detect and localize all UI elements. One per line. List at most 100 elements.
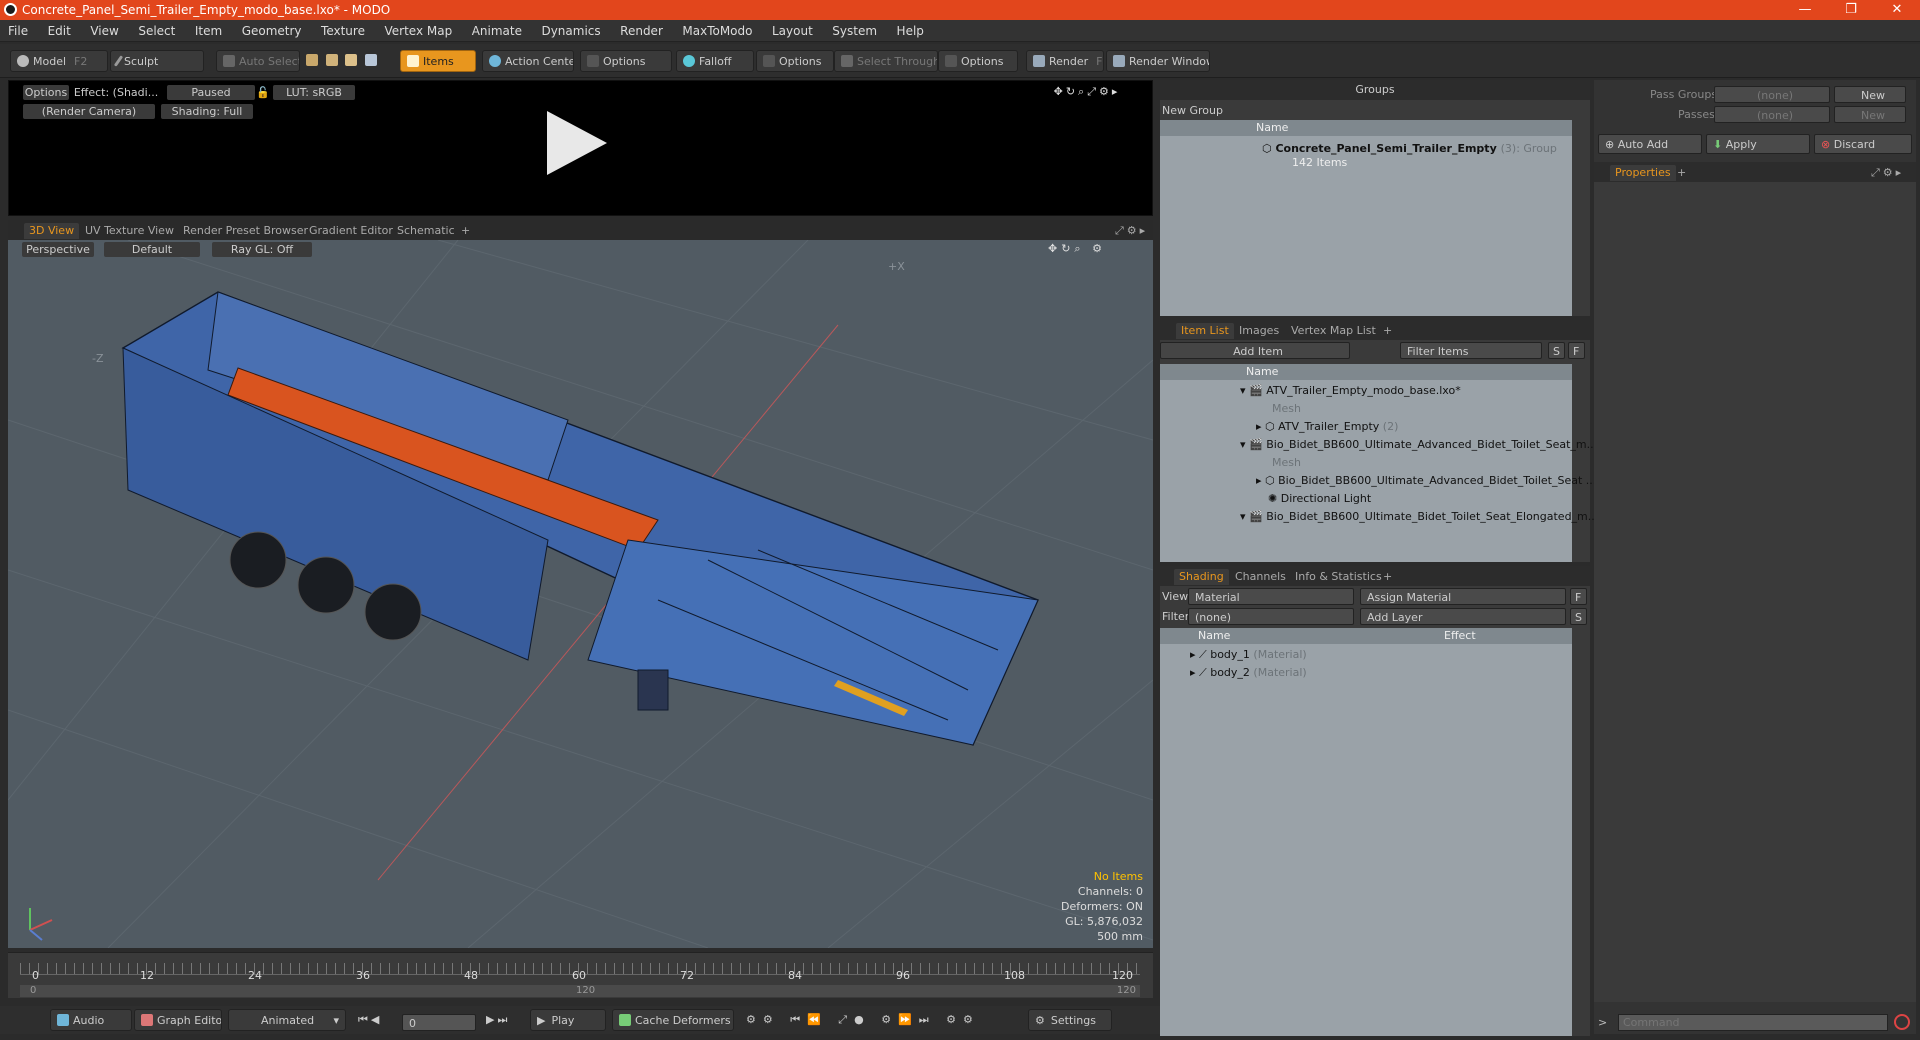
close-button[interactable]: ✕ [1874, 1, 1920, 19]
menu-geometry[interactable]: Geometry [234, 20, 310, 42]
add-tab-button[interactable]: + [456, 223, 475, 239]
current-frame-field[interactable]: 0 [402, 1014, 476, 1031]
add-layer-dropdown[interactable]: Add Layer [1360, 608, 1566, 625]
menu-layout[interactable]: Layout [764, 20, 821, 42]
falloff-button[interactable]: Falloff [676, 50, 754, 72]
menu-edit[interactable]: Edit [40, 20, 79, 42]
add-tab-button[interactable]: + [1378, 323, 1397, 339]
tab-vertex-map-list[interactable]: Vertex Map List [1286, 323, 1381, 339]
menu-select[interactable]: Select [130, 20, 183, 42]
maximize-button[interactable]: ❐ [1828, 1, 1874, 19]
edges-mode-icon[interactable] [325, 54, 338, 66]
auto-add-button[interactable]: ⊕ Auto Add [1598, 134, 1702, 154]
record-macro-icon[interactable] [1894, 1014, 1910, 1030]
filter-items-input[interactable]: Filter Items [1400, 342, 1542, 359]
menu-view[interactable]: View [82, 20, 126, 42]
play-button[interactable]: ▶ Play [530, 1009, 606, 1031]
list-item[interactable]: ▾ 🎬 Bio_Bidet_BB600_Ultimate_Bidet_Toile… [1240, 508, 1598, 526]
lock-icon[interactable]: 🔓 [256, 85, 270, 100]
menu-system[interactable]: System [824, 20, 885, 42]
settings-button[interactable]: ⚙ Settings [1028, 1009, 1112, 1031]
lut-dropdown[interactable]: LUT: sRGB [273, 85, 355, 100]
trailer-model[interactable] [121, 291, 1039, 746]
model-mode-button[interactable]: Model F2 [10, 50, 108, 72]
list-item[interactable]: ▸ ⬡ ATV_Trailer_Empty (2) [1256, 418, 1398, 436]
list-item[interactable]: ▾ 🎬 Bio_Bidet_BB600_Ultimate_Advanced_Bi… [1240, 436, 1597, 454]
command-input[interactable] [1618, 1014, 1888, 1031]
sculpt-mode-button[interactable]: Sculpt [110, 50, 204, 72]
menu-item[interactable]: Item [187, 20, 230, 42]
menu-file[interactable]: File [0, 20, 36, 42]
select-through-options-button[interactable]: Options [938, 50, 1018, 72]
falloff-options-button[interactable]: Options [756, 50, 834, 72]
style-dropdown[interactable]: Default [104, 242, 200, 257]
graph-editor-button[interactable]: Graph Editor [134, 1009, 222, 1031]
shading-dropdown[interactable]: Shading: Full [161, 104, 253, 119]
shader-row[interactable]: ▸ ⟋ body_2 (Material) [1190, 664, 1307, 682]
tab-info-statistics[interactable]: Info & Statistics [1290, 569, 1387, 585]
tab-channels[interactable]: Channels [1230, 569, 1291, 585]
new-pass-group-button[interactable]: New [1834, 86, 1906, 103]
viewport-nav-controls[interactable]: ✥↻⌕ ⚙ [1048, 241, 1148, 256]
tab-shading[interactable]: Shading [1174, 569, 1229, 585]
timeline[interactable]: 0 12 24 36 48 60 72 84 96 108 120 0 120 … [8, 952, 1153, 998]
3d-viewport[interactable]: Perspective Default Ray GL: Off ✥↻⌕ ⚙ +X… [8, 240, 1153, 948]
tab-uv-texture-view[interactable]: UV Texture View [80, 223, 179, 239]
item-list-s-button[interactable]: S [1548, 342, 1565, 359]
play-icon[interactable] [543, 109, 611, 177]
assign-material-dropdown[interactable]: Assign Material [1360, 588, 1566, 605]
step-forward-controls[interactable]: ▶⏭ [480, 1009, 526, 1031]
render-button[interactable]: RenderF9 [1026, 50, 1104, 72]
animated-dropdown[interactable]: Animated ▾ [228, 1009, 346, 1031]
render-camera-dropdown[interactable]: (Render Camera) [23, 104, 155, 119]
menu-help[interactable]: Help [889, 20, 932, 42]
effect-dropdown[interactable]: Effect: (Shadi... [73, 85, 159, 100]
new-group-button[interactable]: New Group [1160, 102, 1240, 119]
render-view-controls[interactable]: ✥↻⌕⤢⚙▸ [1035, 84, 1139, 99]
perspective-dropdown[interactable]: Perspective [22, 242, 94, 257]
paused-button[interactable]: Paused [167, 85, 255, 100]
shader-row[interactable]: ▸ ⟋ body_1 (Material) [1190, 646, 1307, 664]
menu-animate[interactable]: Animate [464, 20, 530, 42]
menu-dynamics[interactable]: Dynamics [533, 20, 608, 42]
items-mode-button[interactable]: Items [400, 50, 476, 72]
tab-schematic[interactable]: Schematic [392, 223, 460, 239]
action-center-button[interactable]: Action Center [482, 50, 574, 72]
step-back-controls[interactable]: ⏮◀ [352, 1009, 400, 1031]
menu-maxtomodo[interactable]: MaxToModo [674, 20, 760, 42]
polygons-mode-icon[interactable] [345, 54, 357, 66]
tab-properties[interactable]: Properties [1610, 165, 1676, 181]
add-tab-button[interactable]: + [1378, 569, 1397, 585]
add-item-dropdown[interactable]: Add Item [1160, 342, 1350, 359]
tab-render-preset-browser[interactable]: Render Preset Browser [178, 223, 313, 239]
apply-button[interactable]: ⬇ Apply [1706, 134, 1810, 154]
tab-3d-view[interactable]: 3D View [24, 223, 80, 239]
list-item[interactable]: ▾ 🎬 ATV_Trailer_Empty_modo_base.lxo* [1240, 382, 1461, 400]
cache-deformers-button[interactable]: Cache Deformers [612, 1009, 734, 1031]
list-item[interactable]: ✺ Directional Light [1268, 490, 1371, 508]
select-through-button[interactable]: Select Through [834, 50, 938, 72]
properties-panel-controls[interactable]: ⤢⚙▸ [1866, 165, 1909, 181]
tab-images[interactable]: Images [1234, 323, 1284, 339]
render-preview[interactable]: Options Effect: (Shadi... Paused 🔓 LUT: … [8, 80, 1153, 216]
vertices-mode-icon[interactable] [306, 54, 318, 66]
passes-dropdown[interactable]: (none) [1714, 106, 1830, 123]
item-list-f-button[interactable]: F [1568, 342, 1585, 359]
pass-groups-dropdown[interactable]: (none) [1714, 86, 1830, 103]
action-center-options-button[interactable]: Options [580, 50, 672, 72]
list-item[interactable]: Mesh [1272, 454, 1301, 472]
shading-s-button[interactable]: S [1570, 608, 1587, 625]
range-bar[interactable]: 0 120 120 [20, 985, 1140, 997]
tab-item-list[interactable]: Item List [1176, 323, 1234, 339]
key-tools-group[interactable]: ⚙⚙ ⏮⏪ ⤢● ⚙⏩⏭ ⚙⚙ [740, 1009, 1022, 1031]
tab-gradient-editor[interactable]: Gradient Editor [304, 223, 398, 239]
list-item[interactable]: Mesh [1272, 400, 1301, 418]
view-dropdown[interactable]: Material [1188, 588, 1354, 605]
minimize-button[interactable]: — [1782, 1, 1828, 19]
materials-mode-icon[interactable] [364, 54, 377, 66]
menu-vertex-map[interactable]: Vertex Map [376, 20, 460, 42]
auto-select-button[interactable]: Auto Select [216, 50, 300, 72]
menu-render[interactable]: Render [612, 20, 671, 42]
viewport-panel-controls[interactable]: ⤢⚙▸ [1110, 223, 1153, 239]
list-item[interactable]: ▸ ⬡ Bio_Bidet_BB600_Ultimate_Advanced_Bi… [1256, 472, 1596, 490]
